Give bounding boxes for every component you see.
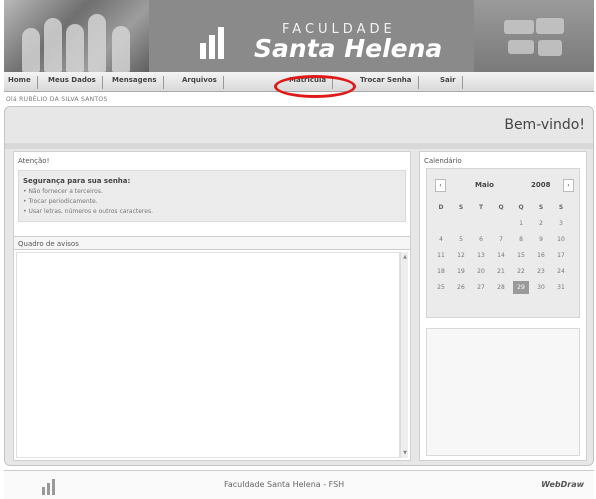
- calendar-weekday: S: [458, 204, 464, 211]
- menu-matricula[interactable]: Matrícula: [289, 76, 334, 89]
- footer-text: Faculdade Santa Helena - FSH: [224, 480, 345, 489]
- menu-mensagens[interactable]: Mensagens: [112, 76, 164, 89]
- calendar-weekday: D: [438, 204, 444, 211]
- calendar-day[interactable]: 17: [553, 249, 569, 262]
- calendar-weekday: T: [478, 204, 484, 211]
- footer: Faculdade Santa Helena - FSH WebDraw: [4, 470, 594, 499]
- college-logo-icon: [200, 27, 234, 59]
- calendar-day[interactable]: 13: [473, 249, 489, 262]
- calendar-day[interactable]: 12: [453, 249, 469, 262]
- calendar-day[interactable]: 23: [533, 265, 549, 278]
- calendar-year: 2008: [531, 181, 551, 189]
- calendar-day[interactable]: 14: [493, 249, 509, 262]
- calendar-day[interactable]: 19: [453, 265, 469, 278]
- calendar-day[interactable]: 20: [473, 265, 489, 278]
- calendar-day[interactable]: 26: [453, 281, 469, 294]
- calendar: ‹ Maio 2008 › D S T Q Q S S 1 2 3 4 5 6 7 8 9 10 11 12 13 14…: [426, 168, 580, 318]
- notices-board[interactable]: [16, 252, 400, 458]
- calendar-day[interactable]: 2: [533, 217, 549, 230]
- security-tip: • Não fornecer a terceiros.: [23, 188, 103, 195]
- calendar-day[interactable]: 5: [453, 233, 469, 246]
- welcome-heading: Bem-vindo!: [504, 117, 585, 133]
- menu-trocar-senha[interactable]: Trocar Senha: [360, 76, 419, 89]
- calendar-weekday: Q: [518, 204, 524, 211]
- attention-box: Segurança para sua senha: • Não fornecer…: [18, 170, 406, 222]
- calendar-day[interactable]: 3: [553, 217, 569, 230]
- main-panel: Bem-vindo! Atenção! Segurança para sua s…: [4, 106, 594, 466]
- scroll-up-icon[interactable]: ▲: [402, 254, 408, 260]
- calendar-day[interactable]: 30: [533, 281, 549, 294]
- calendar-day[interactable]: 24: [553, 265, 569, 278]
- calendar-day[interactable]: 27: [473, 281, 489, 294]
- menu-home[interactable]: Home: [8, 76, 38, 89]
- menu-meus-dados[interactable]: Meus Dados: [48, 76, 103, 89]
- students-photo: [4, 0, 149, 72]
- calendar-weekday: S: [538, 204, 544, 211]
- calendar-day[interactable]: 8: [513, 233, 529, 246]
- security-tip: • Trocar periodicamente.: [23, 198, 98, 205]
- calendar-day[interactable]: 22: [513, 265, 529, 278]
- notices-scrollbar[interactable]: ▲ ▼: [400, 252, 408, 458]
- calendar-day-today[interactable]: 29: [513, 281, 529, 294]
- calendar-day[interactable]: 21: [493, 265, 509, 278]
- left-column: Atenção! Segurança para sua senha: • Não…: [13, 151, 411, 461]
- calendar-day[interactable]: 16: [533, 249, 549, 262]
- calendar-day[interactable]: 10: [553, 233, 569, 246]
- calendar-day[interactable]: 7: [493, 233, 509, 246]
- calendar-day[interactable]: 25: [433, 281, 449, 294]
- calendar-day[interactable]: 6: [473, 233, 489, 246]
- banner-title: Santa Helena: [254, 34, 443, 63]
- calendar-day[interactable]: 18: [433, 265, 449, 278]
- notices-title: Quadro de avisos: [18, 240, 79, 248]
- scroll-down-icon[interactable]: ▼: [402, 450, 408, 456]
- campus-photo: [474, 0, 594, 72]
- calendar-day[interactable]: 1: [513, 217, 529, 230]
- menu-arquivos[interactable]: Arquivos: [182, 76, 224, 89]
- side-panel: [426, 328, 580, 456]
- calendar-day[interactable]: 4: [433, 233, 449, 246]
- main-menu: Home Meus Dados Mensagens Arquivos Matrí…: [4, 72, 594, 92]
- calendar-next-button[interactable]: ›: [563, 179, 574, 192]
- right-column: Calendário ‹ Maio 2008 › DSTQQSS12345678…: [419, 151, 587, 461]
- password-security-heading: Segurança para sua senha:: [23, 177, 131, 185]
- calendar-weekday: S: [558, 204, 564, 211]
- attention-title: Atenção!: [18, 157, 50, 165]
- header-banner: FACULDADE Santa Helena: [4, 0, 594, 72]
- calendar-day[interactable]: 9: [533, 233, 549, 246]
- logged-user: Olá RUBÉLIO DA SILVA SANTOS: [6, 96, 108, 103]
- calendar-weekday: Q: [498, 204, 504, 211]
- footer-brand-logo[interactable]: WebDraw: [541, 480, 584, 489]
- calendar-day[interactable]: 11: [433, 249, 449, 262]
- notices-header: Quadro de avisos: [14, 236, 410, 250]
- calendar-day[interactable]: 28: [493, 281, 509, 294]
- menu-sair[interactable]: Sair: [440, 76, 463, 89]
- footer-logo-icon: [40, 477, 58, 495]
- security-tip: • Usar letras, números e outros caracter…: [23, 208, 153, 215]
- calendar-title: Calendário: [424, 157, 462, 165]
- calendar-month: Maio: [475, 181, 494, 189]
- divider: [5, 143, 593, 149]
- calendar-prev-button[interactable]: ‹: [435, 179, 446, 192]
- page: FACULDADE Santa Helena Home Meus Dados M…: [4, 0, 594, 499]
- calendar-day[interactable]: 15: [513, 249, 529, 262]
- calendar-day[interactable]: 31: [553, 281, 569, 294]
